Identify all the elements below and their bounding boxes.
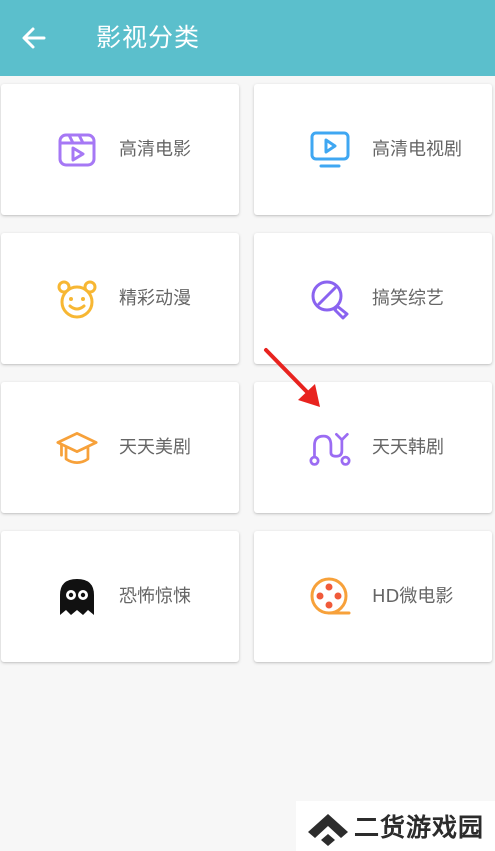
category-label: 天天韩剧 <box>372 437 444 458</box>
tv-play-icon <box>309 129 351 171</box>
arrow-left-icon <box>22 27 46 49</box>
app-bar: 影视分类 <box>0 0 495 76</box>
page-title: 影视分类 <box>96 23 201 52</box>
category-card-hd-tv[interactable]: 高清电视剧 <box>254 84 492 215</box>
category-label: 高清电影 <box>119 139 191 160</box>
category-label: HD微电影 <box>372 586 454 607</box>
category-card-micro-film[interactable]: HD微电影 <box>254 531 492 662</box>
ghost-icon <box>56 576 98 618</box>
film-clapper-icon <box>56 129 98 171</box>
chevron-up-logo-icon <box>308 814 348 846</box>
bear-face-icon <box>56 278 98 320</box>
watermark-text: 二货游戏园 <box>354 813 485 842</box>
magnifier-tag-icon <box>309 278 351 320</box>
category-card-hd-movie[interactable]: 高清电影 <box>1 84 239 215</box>
category-card-us-drama[interactable]: 天天美剧 <box>1 382 239 513</box>
red-arrow-icon <box>264 348 320 407</box>
path-nodes-icon <box>309 427 351 469</box>
category-card-anime[interactable]: 精彩动漫 <box>1 233 239 364</box>
film-reel-icon <box>309 576 351 618</box>
category-label: 天天美剧 <box>119 437 191 458</box>
watermark: 二货游戏园 <box>296 801 495 851</box>
graduation-cap-icon <box>56 427 98 469</box>
back-button[interactable] <box>18 22 50 54</box>
category-label: 精彩动漫 <box>119 288 191 309</box>
category-card-horror[interactable]: 恐怖惊悚 <box>1 531 239 662</box>
category-label: 搞笑综艺 <box>372 288 444 309</box>
category-label: 高清电视剧 <box>372 139 462 160</box>
category-label: 恐怖惊悚 <box>119 586 191 607</box>
